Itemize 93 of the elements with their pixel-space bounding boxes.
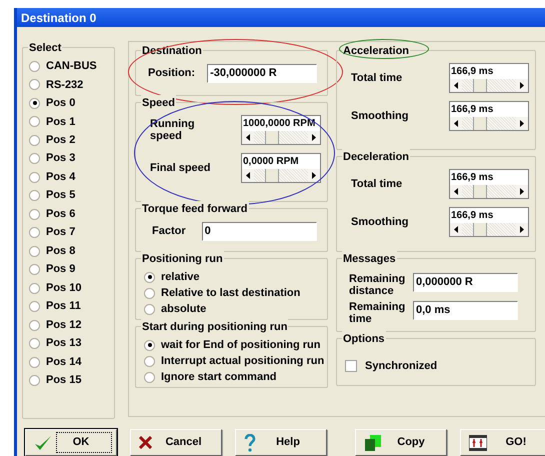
radio-option[interactable]: wait for End of positioning run bbox=[144, 338, 321, 352]
radio-button[interactable] bbox=[29, 375, 40, 386]
radio-option[interactable]: Pos 11 bbox=[29, 298, 114, 315]
radio-button[interactable] bbox=[29, 320, 40, 331]
radio-button[interactable] bbox=[29, 134, 40, 146]
ok-button[interactable]: OK bbox=[25, 429, 117, 456]
field-label: Total time bbox=[351, 72, 404, 84]
radio-option[interactable]: Pos 4 bbox=[29, 168, 114, 186]
scroll-bar[interactable] bbox=[450, 223, 528, 236]
radio-option[interactable]: Pos 1 bbox=[29, 113, 114, 130]
radio-option[interactable]: relative bbox=[144, 270, 321, 284]
cancel-button[interactable]: Cancel bbox=[130, 429, 222, 456]
close-icon bbox=[139, 436, 152, 449]
radio-option[interactable]: Pos 3 bbox=[29, 150, 114, 168]
window-title: Destination 0 bbox=[21, 10, 96, 26]
radio-option[interactable]: Relative to last destination bbox=[144, 286, 321, 300]
field-label: Position: bbox=[148, 66, 196, 82]
radio-button[interactable] bbox=[29, 208, 40, 220]
radio-button[interactable] bbox=[144, 340, 155, 350]
radio-button[interactable] bbox=[29, 153, 40, 164]
scroll-thumb[interactable] bbox=[264, 169, 279, 182]
field-label: Final speed bbox=[150, 162, 212, 174]
group-title: Start during positioning run bbox=[141, 319, 288, 336]
copy-button[interactable]: Copy bbox=[355, 429, 447, 456]
radio-option[interactable]: RS-232 bbox=[29, 76, 114, 94]
radio-button[interactable] bbox=[29, 227, 40, 238]
scroll-thumb[interactable] bbox=[472, 185, 487, 198]
radio-option[interactable]: Ignore start command bbox=[144, 370, 321, 384]
group-title: Options bbox=[342, 331, 386, 348]
radio-button[interactable] bbox=[29, 172, 40, 183]
field-label: Total time bbox=[351, 178, 404, 190]
scroll-bar[interactable] bbox=[450, 79, 528, 92]
radio-button[interactable] bbox=[29, 264, 40, 276]
radio-button[interactable] bbox=[29, 116, 40, 128]
scroll-thumb[interactable] bbox=[264, 131, 279, 144]
input-field[interactable]: 0,0 ms bbox=[413, 301, 518, 320]
radio-button[interactable] bbox=[29, 338, 40, 350]
film-icon bbox=[469, 434, 487, 450]
scroll-thumb[interactable] bbox=[472, 223, 487, 236]
radio-button[interactable] bbox=[29, 60, 40, 72]
scroll-bar[interactable] bbox=[242, 169, 320, 182]
go-button[interactable]: GO! bbox=[460, 429, 545, 456]
radio-option[interactable]: Pos 5 bbox=[29, 187, 114, 204]
radio-button[interactable] bbox=[144, 356, 155, 366]
checkbox-option[interactable]: Synchronized bbox=[343, 349, 529, 374]
radio-option[interactable]: absolute bbox=[144, 302, 321, 316]
group-title: Positioning run bbox=[141, 251, 224, 268]
radio-option[interactable]: Pos 12 bbox=[29, 316, 114, 334]
scroll-bar[interactable] bbox=[242, 131, 320, 144]
radio-button[interactable] bbox=[29, 98, 40, 109]
help-button[interactable]: Help bbox=[235, 429, 327, 456]
field-label: Remaining distance bbox=[349, 273, 406, 297]
group-title: Torque feed forward bbox=[141, 201, 249, 218]
radio-option[interactable]: CAN-BUS bbox=[29, 58, 114, 75]
scroll-bar[interactable] bbox=[450, 117, 528, 130]
radio-button[interactable] bbox=[29, 301, 40, 312]
help-icon bbox=[244, 434, 256, 452]
copy-icon bbox=[364, 434, 382, 452]
radio-option[interactable]: Pos 15 bbox=[29, 372, 114, 389]
input-field[interactable]: 0 bbox=[202, 222, 317, 241]
input-field[interactable]: 0,000000 R bbox=[413, 273, 518, 292]
radio-option[interactable]: Pos 7 bbox=[29, 224, 114, 241]
scroll-thumb[interactable] bbox=[472, 79, 487, 92]
radio-button[interactable] bbox=[29, 282, 40, 294]
field-label: Running speed bbox=[150, 118, 196, 142]
field-label: Smoothing bbox=[351, 110, 410, 122]
field-label: Factor bbox=[152, 224, 186, 240]
checkbox[interactable] bbox=[345, 360, 357, 372]
field-label: Remaining time bbox=[349, 301, 406, 325]
scroll-thumb[interactable] bbox=[472, 117, 487, 130]
radio-button[interactable] bbox=[144, 288, 155, 298]
radio-button[interactable] bbox=[144, 304, 155, 314]
radio-option[interactable]: Pos 6 bbox=[29, 206, 114, 222]
radio-option[interactable]: Pos 13 bbox=[29, 335, 114, 352]
scroll-bar[interactable] bbox=[450, 185, 528, 198]
radio-button[interactable] bbox=[29, 79, 40, 90]
radio-button[interactable] bbox=[144, 272, 155, 282]
radio-button[interactable] bbox=[29, 190, 40, 202]
field-label: Smoothing bbox=[351, 216, 410, 228]
radio-button[interactable] bbox=[29, 356, 40, 368]
radio-button[interactable] bbox=[29, 246, 40, 257]
group-title: Speed bbox=[141, 95, 176, 112]
radio-option[interactable]: Pos 8 bbox=[29, 242, 114, 260]
group-title: Messages bbox=[342, 251, 397, 268]
input-field[interactable]: -30,000000 R bbox=[207, 64, 318, 83]
radio-option[interactable]: Pos 2 bbox=[29, 132, 114, 149]
radio-option[interactable]: Pos 10 bbox=[29, 280, 114, 296]
check-icon bbox=[34, 434, 52, 450]
radio-button[interactable] bbox=[144, 372, 155, 382]
radio-option[interactable]: Interrupt actual positioning run bbox=[144, 354, 321, 368]
radio-option[interactable]: Pos 9 bbox=[29, 261, 114, 278]
radio-option[interactable]: Pos 0 bbox=[29, 94, 114, 112]
radio-option[interactable]: Pos 14 bbox=[29, 354, 114, 370]
